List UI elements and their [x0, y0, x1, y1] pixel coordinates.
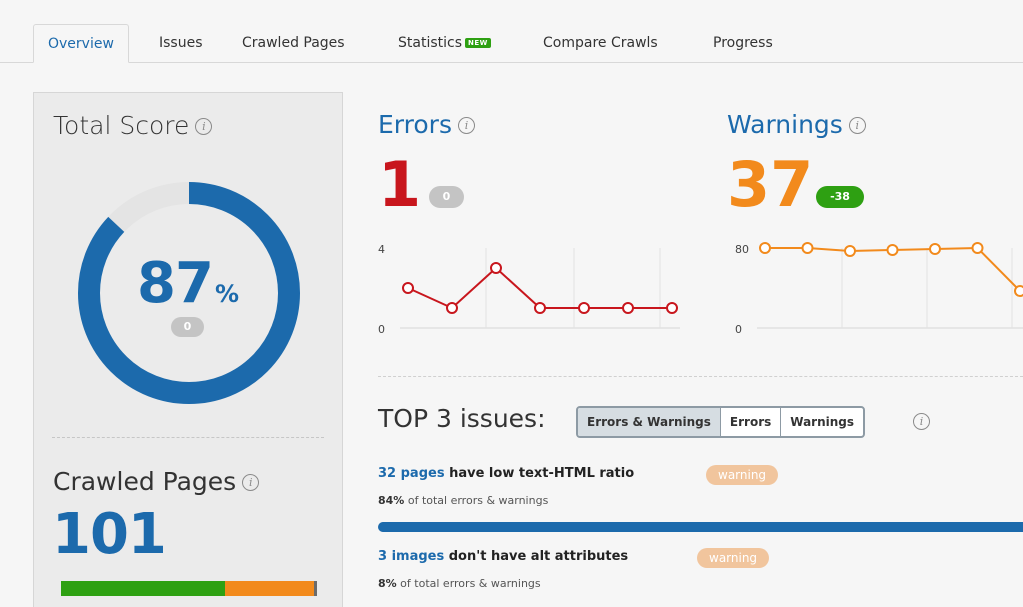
data-point — [578, 302, 590, 314]
new-badge: NEW — [465, 38, 491, 48]
warnings-trend-chart: 80 0 — [735, 242, 1023, 336]
data-point — [534, 302, 546, 314]
filter-errors-button[interactable]: Errors — [721, 408, 782, 436]
crawled-pages-count[interactable]: 101 — [52, 502, 167, 567]
data-point — [801, 242, 814, 254]
data-point — [1014, 285, 1023, 297]
warnings-count[interactable]: 37 — [727, 154, 813, 216]
y-tick-label: 0 — [378, 323, 385, 336]
tab-crawled-pages[interactable]: Crawled Pages — [242, 35, 345, 51]
score-value: 87% — [34, 251, 342, 316]
issue-link[interactable]: 32 pages — [378, 466, 445, 481]
crawled-pages-bar[interactable] — [61, 581, 317, 596]
data-point — [759, 242, 771, 254]
info-icon[interactable]: i — [848, 117, 866, 134]
tab-issues[interactable]: Issues — [159, 35, 203, 51]
issue-share: 8% of total errors & warnings — [378, 577, 541, 590]
errors-delta-badge: 0 — [429, 186, 464, 208]
warning-badge: warning — [697, 548, 770, 568]
other-pages-segment[interactable] — [314, 581, 317, 596]
tab-progress[interactable]: Progress — [713, 35, 773, 51]
data-point — [666, 302, 678, 314]
y-tick-label: 4 — [378, 243, 385, 256]
divider — [378, 376, 1023, 377]
pages-with-warnings-segment[interactable] — [224, 581, 315, 596]
filter-warnings-button[interactable]: Warnings — [781, 408, 863, 436]
data-point — [490, 262, 502, 274]
healthy-pages-segment[interactable] — [61, 581, 225, 596]
issue-filter-group: Errors & Warnings Errors Warnings — [576, 406, 866, 438]
errors-count[interactable]: 1 — [378, 154, 421, 216]
data-point — [929, 243, 941, 255]
issue-title: 3 images don't have alt attributes — [378, 549, 629, 564]
issue-title: 32 pages have low text-HTML ratio — [378, 466, 635, 481]
issue-share-bar — [378, 522, 1023, 532]
info-icon[interactable]: i — [242, 474, 260, 491]
warnings-title: Warnings i — [727, 110, 866, 139]
tab-statistics[interactable]: Statistics NEW — [398, 35, 491, 51]
info-icon[interactable]: i — [457, 117, 475, 134]
total-score-title: Total Score i — [53, 111, 213, 140]
score-unit: % — [214, 280, 239, 308]
info-icon[interactable]: i — [913, 413, 930, 430]
warnings-delta-badge: -38 — [816, 186, 864, 208]
divider — [52, 437, 324, 438]
info-icon[interactable]: i — [195, 118, 213, 135]
tab-bar-divider — [0, 62, 1023, 63]
top-issues-title: TOP 3 issues: — [378, 404, 546, 433]
tab-overview[interactable]: Overview — [33, 24, 129, 63]
filter-errors-warnings-button[interactable]: Errors & Warnings — [578, 408, 721, 436]
tab-bar: Overview Issues Crawled Pages Statistics… — [0, 0, 1023, 68]
data-point — [622, 302, 634, 314]
tab-compare-crawls[interactable]: Compare Crawls — [543, 35, 658, 51]
issue-share: 84% of total errors & warnings — [378, 494, 549, 507]
data-point — [886, 244, 899, 256]
errors-title: Errors i — [378, 110, 475, 139]
warning-badge: warning — [706, 465, 779, 485]
data-point — [446, 302, 458, 314]
errors-trend-chart: 40 — [378, 243, 680, 336]
data-point — [971, 242, 984, 254]
data-point — [844, 245, 856, 257]
score-panel: Total Score i 87% 0 Crawled Pages i 101 — [33, 92, 343, 607]
data-point — [402, 282, 414, 294]
score-delta-badge: 0 — [171, 317, 204, 337]
score-number: 87 — [137, 251, 214, 316]
crawled-pages-title: Crawled Pages i — [53, 467, 260, 496]
issue-link[interactable]: 3 images — [378, 549, 444, 564]
y-tick-label: 80 — [735, 243, 749, 256]
y-tick-label: 0 — [735, 323, 742, 336]
